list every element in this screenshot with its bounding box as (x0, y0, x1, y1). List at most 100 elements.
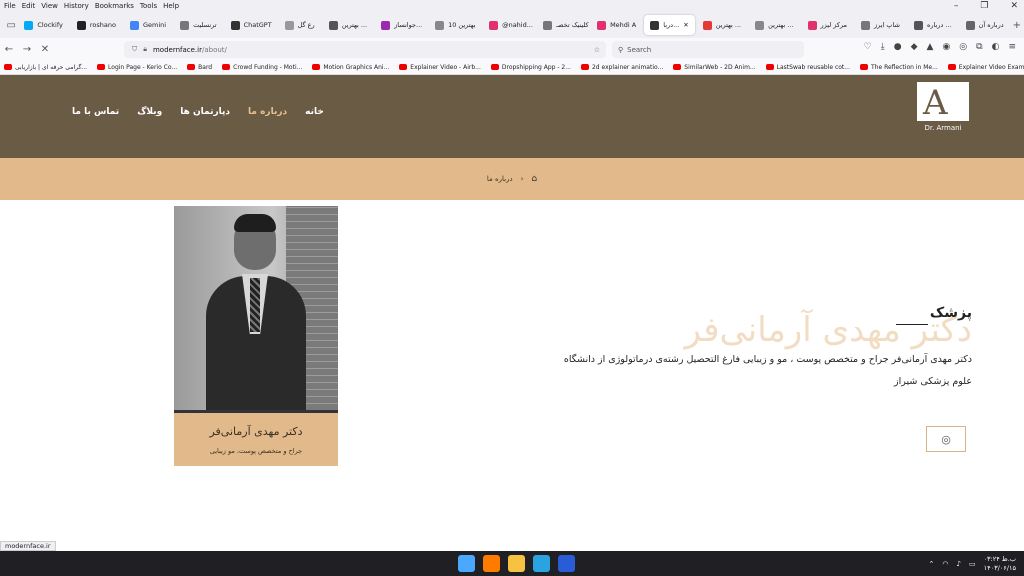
search-input[interactable]: ⚲ Search (612, 41, 804, 58)
browser-tab[interactable]: Mehdi A (591, 15, 642, 35)
tab-label: درباره ... (926, 21, 952, 29)
bookmark-item[interactable]: Explainer Video - Airb... (399, 64, 481, 71)
instagram-button[interactable]: ◎ (926, 426, 966, 452)
menu-icon[interactable]: ≡ (1008, 42, 1016, 52)
clock[interactable]: ۰۳:۲۴ ب.ظ ۱۴۰۳/۰۶/۱۵ (984, 555, 1016, 573)
bookmark-favicon-icon (860, 64, 868, 70)
tab-label: دربا... (663, 21, 680, 29)
menu-item-file[interactable]: File (4, 2, 16, 10)
bookmark-item[interactable]: Bard (187, 64, 212, 71)
firefox-icon[interactable] (483, 555, 500, 572)
nav-link[interactable]: دپارتمان ها (180, 107, 230, 117)
bookmark-item[interactable]: LastSwab reusable cot... (765, 64, 850, 71)
browser-tab[interactable]: بهترین ... (323, 15, 373, 35)
menu-item-view[interactable]: View (41, 2, 58, 10)
breadcrumb-separator: › (520, 175, 524, 183)
browser-tab[interactable]: درباره آن (960, 15, 1010, 35)
nav-link[interactable]: تماس با ما (72, 107, 119, 117)
bookmark-item[interactable]: SimilarWeb - 2D Anim... (673, 63, 756, 71)
bookmark-favicon-icon (765, 64, 774, 70)
new-tab-icon[interactable]: + (1010, 20, 1024, 31)
tab-label: جوانساز... (394, 21, 423, 29)
bookmark-item[interactable]: Login Page - Kerio Co... (97, 64, 177, 71)
tab-favicon-icon (24, 20, 34, 30)
bookmark-star-icon[interactable]: ☆ (594, 46, 600, 54)
bookmark-item[interactable]: 2d explainer animatio... (580, 64, 663, 71)
volume-icon[interactable]: ♪ (956, 560, 960, 568)
tray-chevron-icon[interactable]: ⌃ (928, 560, 934, 568)
restore-icon[interactable]: ❐ (980, 1, 988, 11)
browser-tab[interactable]: بهترین ... (749, 15, 799, 35)
tab-favicon-icon (435, 20, 445, 30)
menu-item-history[interactable]: History (64, 2, 89, 10)
tab-favicon-icon (489, 20, 499, 30)
close-window-icon[interactable]: ✕ (1010, 1, 1018, 11)
browser-tab[interactable]: مرکز لیزر (802, 15, 853, 35)
bookmark-item[interactable]: Explainer Video Exam... (947, 64, 1024, 71)
menu-item-help[interactable]: Help (163, 2, 179, 10)
tab-overview-icon[interactable]: ▭ (4, 20, 18, 31)
browser-tab[interactable]: 10 بهترین (429, 15, 481, 35)
extension-icon[interactable]: ◉ (942, 42, 950, 52)
browser-tab[interactable]: درباره ... (908, 15, 958, 35)
tab-favicon-icon (597, 20, 607, 30)
browser-tab[interactable]: بهترین ... (697, 15, 747, 35)
shield-icon[interactable]: ⛉ (132, 45, 137, 54)
nav-link[interactable]: درباره ما (248, 107, 287, 117)
forward-icon[interactable]: → (18, 44, 36, 55)
browser-tab[interactable]: roshano (71, 15, 122, 35)
browser-tab[interactable]: Clockify (18, 15, 69, 35)
bookmark-label: SimilarWeb - 2D Anim... (684, 63, 756, 71)
bookmark-favicon-icon (312, 64, 321, 70)
lock-icon[interactable]: 🔒︎ (143, 45, 147, 54)
file-explorer-icon[interactable] (508, 555, 525, 572)
menu-item-edit[interactable]: Edit (22, 2, 36, 10)
tab-label: ترنسلیت (193, 21, 217, 29)
pocket-icon[interactable]: ♡ (864, 42, 872, 52)
bookmark-item[interactable]: گرامی حرفه ای | بازاریابی... (4, 64, 87, 71)
home-icon[interactable]: ⌂ (531, 174, 537, 184)
browser-tab[interactable]: Gemini (124, 15, 172, 35)
browser-tab[interactable]: ChatGPT (225, 15, 277, 35)
bookmark-item[interactable]: Crowd Funding - Moti... (222, 64, 302, 71)
start-icon[interactable] (458, 555, 475, 572)
url-host: modernface.ir (152, 45, 202, 54)
doctor-role: جراح و متخصص پوست، مو زیبایی (209, 447, 303, 455)
bookmark-item[interactable]: Motion Graphics Ani... (312, 64, 389, 71)
telegram-icon[interactable] (533, 555, 550, 572)
extension-icon[interactable]: ● (894, 42, 902, 52)
browser-tab[interactable]: جوانساز... (375, 15, 427, 35)
browser-tab[interactable]: رع گل (279, 15, 321, 35)
menu-item-bookmarks[interactable]: Bookmarks (95, 2, 134, 10)
browser-tab[interactable]: دربا... ✕ (644, 15, 695, 35)
tab-favicon-icon (381, 20, 391, 30)
stop-icon[interactable]: ✕ (36, 44, 54, 55)
tab-close-icon[interactable]: ✕ (683, 21, 688, 29)
browser-tab[interactable]: کلینیک تخصـ (537, 15, 589, 35)
extension-icon[interactable]: ◎ (959, 42, 967, 52)
browser-tab[interactable]: @nahid... (483, 15, 535, 35)
back-icon[interactable]: ← (0, 44, 18, 55)
extensions-puzzle-icon[interactable]: ⧉ (976, 42, 982, 52)
nav-link[interactable]: خانه (305, 107, 324, 117)
tab-favicon-icon (129, 20, 139, 30)
extension-icon[interactable]: ▲ (927, 42, 934, 52)
word-icon[interactable] (558, 555, 575, 572)
downloads-icon[interactable]: ⤓ (881, 42, 885, 52)
url-bar[interactable]: ⛉ 🔒︎ modernface.ir/about/ ☆ (124, 41, 606, 58)
nav-link[interactable]: وبلاگ (137, 107, 162, 117)
site-logo[interactable]: A Dr. Armani (917, 82, 969, 134)
extension-icon[interactable]: ◆ (911, 42, 918, 52)
site-nav: خانه درباره ما دپارتمان ها وبلاگ تماس با ما (72, 107, 324, 117)
taskbar: ⌃ ◠ ♪ ▭ ۰۳:۲۴ ب.ظ ۱۴۰۳/۰۶/۱۵ (0, 551, 1024, 576)
battery-icon[interactable]: ▭ (969, 560, 976, 568)
menu-item-tools[interactable]: Tools (140, 2, 157, 10)
bookmark-item[interactable]: The Reflection in Me... (860, 64, 938, 71)
tab-favicon-icon (913, 20, 923, 30)
wifi-icon[interactable]: ◠ (942, 560, 948, 568)
profile-icon[interactable]: ◐ (992, 42, 1000, 52)
browser-tab[interactable]: شاپ ایرز (855, 15, 906, 35)
browser-tab[interactable]: ترنسلیت (174, 15, 223, 35)
minimize-icon[interactable]: – (954, 1, 959, 11)
bookmark-item[interactable]: Dropshipping App - 2... (490, 64, 571, 71)
